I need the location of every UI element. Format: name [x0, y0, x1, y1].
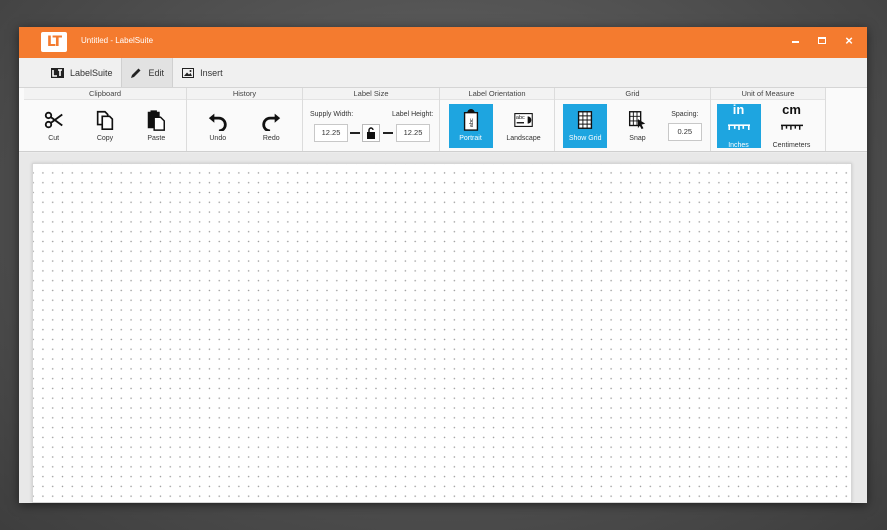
snap-toggle[interactable]: Snap [615, 104, 659, 148]
inches-button[interactable]: in Inches [716, 101, 761, 149]
svg-text:abc: abc [515, 115, 524, 121]
cut-button[interactable]: Cut [32, 104, 76, 148]
scissors-icon [44, 111, 63, 129]
grid-spacing: Spacing: 0.25 [667, 110, 702, 141]
supply-width-input[interactable]: 12.25 [314, 124, 348, 142]
window-controls: × [789, 33, 855, 48]
minimize-icon [791, 41, 799, 43]
unit-of-measure-group-title: Unit of Measure [711, 88, 825, 100]
maximize-icon [818, 37, 826, 44]
snap-to-grid-icon [629, 111, 646, 130]
ribbon: Clipboard Cut Copy Paste History Undo Re… [19, 88, 867, 152]
labelsuite-logo-icon [51, 67, 64, 78]
redo-icon [262, 113, 281, 131]
label-orientation-group: Label Orientation abc Portrait abc Lands… [440, 88, 555, 151]
ruler-icon [727, 123, 750, 130]
workspace [19, 153, 867, 503]
landscape-button[interactable]: abc Landscape [502, 104, 546, 148]
paste-button[interactable]: Paste [134, 104, 178, 148]
inches-icon-text: in [732, 101, 745, 117]
label-height-label: Label Height: [392, 111, 434, 118]
image-icon [181, 67, 194, 78]
pencil-icon [130, 67, 143, 78]
label-design-canvas[interactable] [32, 163, 852, 503]
label-orientation-group-title: Label Orientation [440, 88, 554, 100]
history-group: History Undo Redo [187, 88, 303, 151]
centimeters-icon: cm [780, 101, 803, 138]
copy-button[interactable]: Copy [83, 104, 127, 148]
link-line-right [383, 132, 393, 134]
redo-button[interactable]: Redo [249, 104, 293, 148]
centimeters-label: Centimeters [772, 141, 811, 149]
unit-of-measure-group: Unit of Measure in Inches cm Centimeters [711, 88, 826, 151]
ruler-icon [780, 124, 803, 130]
portrait-label: Portrait [459, 135, 482, 142]
show-grid-toggle[interactable]: Show Grid [563, 103, 608, 148]
landscape-label: Landscape [506, 135, 541, 142]
tab-labelsuite-label: LabelSuite [70, 67, 113, 78]
window-title: Untitled - LabelSuite [81, 36, 154, 45]
undo-button[interactable]: Undo [196, 104, 240, 148]
maximize-button[interactable] [816, 35, 828, 47]
minimize-button[interactable] [789, 35, 801, 47]
centimeters-icon-text: cm [782, 101, 801, 117]
tab-labelsuite[interactable]: LabelSuite [43, 58, 121, 87]
grid-group-title: Grid [555, 88, 710, 100]
clipboard-group: Clipboard Cut Copy Paste [24, 88, 187, 151]
paste-icon [148, 110, 166, 131]
copy-icon [96, 110, 114, 130]
cut-label: Cut [48, 135, 60, 142]
tab-bar: LabelSuite Edit Insert [19, 58, 867, 88]
unlocked-padlock-icon [367, 127, 375, 139]
redo-label: Redo [262, 135, 280, 142]
landscape-orientation-icon: abc [513, 113, 533, 127]
copy-label: Copy [96, 135, 114, 142]
label-size-group-title: Label Size [303, 88, 439, 100]
close-button[interactable]: × [843, 33, 855, 48]
label-height-input[interactable]: 12.25 [396, 124, 430, 142]
tab-insert[interactable]: Insert [173, 58, 231, 87]
app-logo: LT [41, 32, 67, 52]
grid-icon [578, 111, 593, 129]
tab-edit-label: Edit [148, 67, 165, 78]
aspect-lock-toggle[interactable] [362, 124, 380, 142]
spacing-input[interactable]: 0.25 [667, 122, 702, 141]
close-icon: × [845, 33, 853, 48]
undo-icon [208, 113, 227, 131]
link-line-left [350, 132, 360, 134]
label-size-group: Label Size Supply Width: Label Height: 1… [303, 88, 440, 151]
undo-label: Undo [209, 135, 227, 142]
tab-insert-label: Insert [200, 67, 223, 78]
svg-text:abc: abc [468, 118, 474, 127]
app-window: LT Untitled - LabelSuite × LabelSuite Ed… [19, 27, 867, 503]
show-grid-label: Show Grid [568, 135, 602, 142]
inches-label: Inches [728, 141, 749, 149]
inches-icon: in [727, 101, 750, 138]
spacing-label: Spacing: [671, 110, 699, 118]
history-group-title: History [187, 88, 302, 100]
centimeters-button[interactable]: cm Centimeters [764, 101, 820, 149]
portrait-orientation-icon: abc [463, 109, 478, 131]
portrait-button[interactable]: abc Portrait [448, 103, 493, 148]
title-bar: LT Untitled - LabelSuite × [19, 27, 867, 58]
tab-edit[interactable]: Edit [120, 58, 174, 87]
supply-width-label: Supply Width: [310, 111, 354, 118]
snap-label: Snap [629, 135, 646, 142]
clipboard-group-title: Clipboard [24, 88, 186, 100]
grid-group: Grid Show Grid Snap Spacing: 0.25 [555, 88, 711, 151]
paste-label: Paste [147, 135, 166, 142]
